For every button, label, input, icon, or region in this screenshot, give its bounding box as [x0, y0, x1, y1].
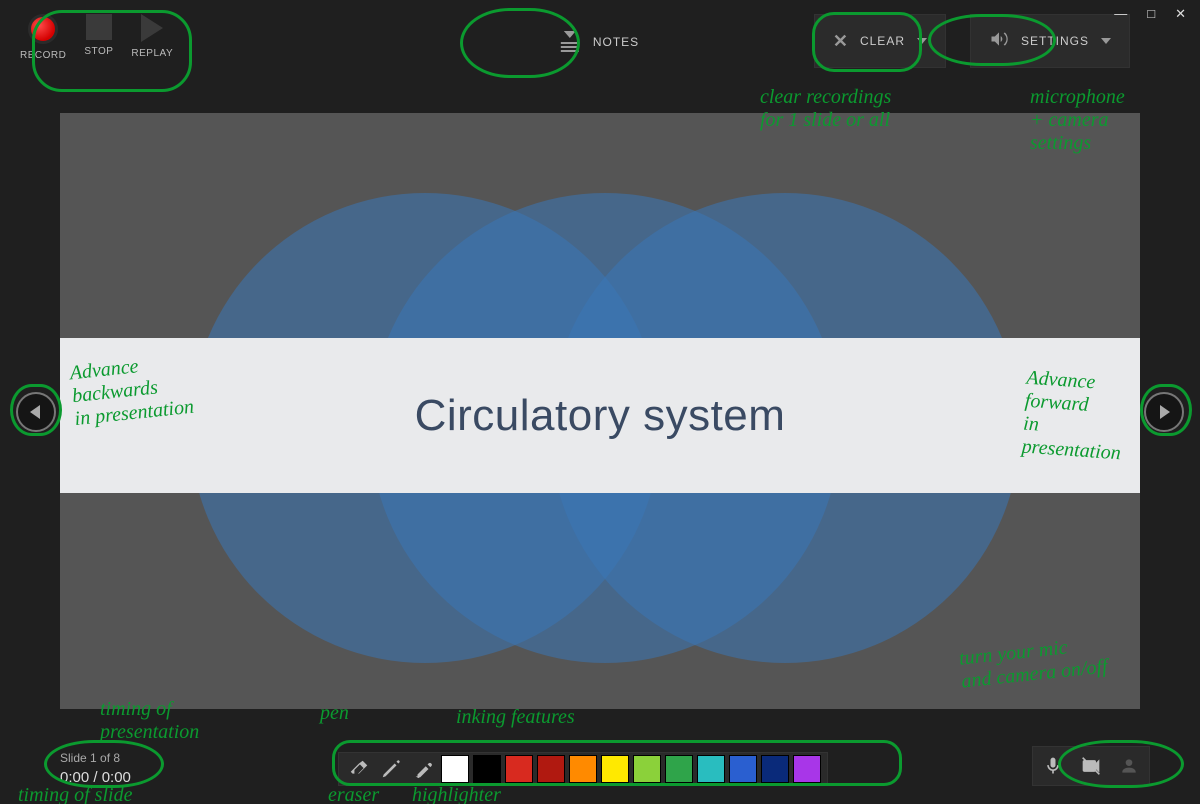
- ink-toolbar: [338, 752, 828, 786]
- color-swatch-1[interactable]: [473, 755, 501, 783]
- slide-title: Circulatory system: [415, 391, 786, 441]
- cameo-toggle[interactable]: [1113, 751, 1145, 781]
- annot-inking: inking features: [456, 706, 575, 729]
- replay-icon: [141, 14, 163, 42]
- color-swatch-11[interactable]: [793, 755, 821, 783]
- chevron-down-icon: [1101, 38, 1111, 44]
- eraser-tool[interactable]: [345, 755, 373, 783]
- color-swatch-4[interactable]: [569, 755, 597, 783]
- slide-stage: Circulatory system: [60, 113, 1140, 709]
- color-swatch-0[interactable]: [441, 755, 469, 783]
- color-swatch-10[interactable]: [761, 755, 789, 783]
- color-swatch-9[interactable]: [729, 755, 757, 783]
- close-button[interactable]: ✕: [1175, 6, 1186, 22]
- chevron-down-icon: [917, 38, 927, 44]
- speaker-icon: [989, 29, 1009, 54]
- chevron-right-icon: [1160, 405, 1170, 419]
- chevron-left-icon: [30, 405, 40, 419]
- color-swatch-8[interactable]: [697, 755, 725, 783]
- previous-slide-button[interactable]: [16, 392, 56, 432]
- status-area: Slide 1 of 8 0:00 / 0:00: [60, 751, 131, 786]
- color-swatch-2[interactable]: [505, 755, 533, 783]
- clear-button[interactable]: ✕ CLEAR: [814, 14, 946, 68]
- pen-tool[interactable]: [377, 755, 405, 783]
- color-swatch-3[interactable]: [537, 755, 565, 783]
- stop-icon: [86, 14, 112, 40]
- clear-label: CLEAR: [860, 34, 905, 48]
- camera-toggle[interactable]: [1075, 751, 1107, 781]
- media-controls: [1032, 746, 1150, 786]
- settings-label: SETTINGS: [1021, 34, 1089, 48]
- replay-button[interactable]: REPLAY: [131, 14, 173, 61]
- color-swatch-5[interactable]: [601, 755, 629, 783]
- stop-label: STOP: [84, 46, 113, 57]
- clear-icon: ✕: [833, 31, 848, 52]
- window-controls: — □ ✕: [1114, 6, 1186, 22]
- record-button[interactable]: RECORD: [20, 14, 66, 61]
- color-swatch-7[interactable]: [665, 755, 693, 783]
- notes-label: NOTES: [593, 35, 639, 49]
- notes-icon: [561, 31, 579, 54]
- maximize-button[interactable]: □: [1147, 6, 1155, 22]
- record-icon: [28, 14, 58, 44]
- highlighter-tool[interactable]: [409, 755, 437, 783]
- next-slide-button[interactable]: [1144, 392, 1184, 432]
- settings-button[interactable]: SETTINGS: [970, 14, 1130, 68]
- bottom-toolbar: Slide 1 of 8 0:00 / 0:00: [0, 729, 1200, 804]
- microphone-toggle[interactable]: [1037, 751, 1069, 781]
- right-toolbar: ✕ CLEAR SETTINGS: [814, 14, 1130, 68]
- stop-button[interactable]: STOP: [84, 14, 113, 61]
- title-band: Circulatory system: [60, 338, 1140, 493]
- replay-label: REPLAY: [131, 48, 173, 59]
- record-controls: RECORD STOP REPLAY: [20, 14, 173, 61]
- timing-display: 0:00 / 0:00: [60, 769, 131, 786]
- record-label: RECORD: [20, 50, 66, 61]
- slide-indicator: Slide 1 of 8: [60, 751, 131, 765]
- minimize-button[interactable]: —: [1114, 6, 1127, 22]
- notes-button[interactable]: NOTES: [535, 14, 665, 70]
- color-swatch-6[interactable]: [633, 755, 661, 783]
